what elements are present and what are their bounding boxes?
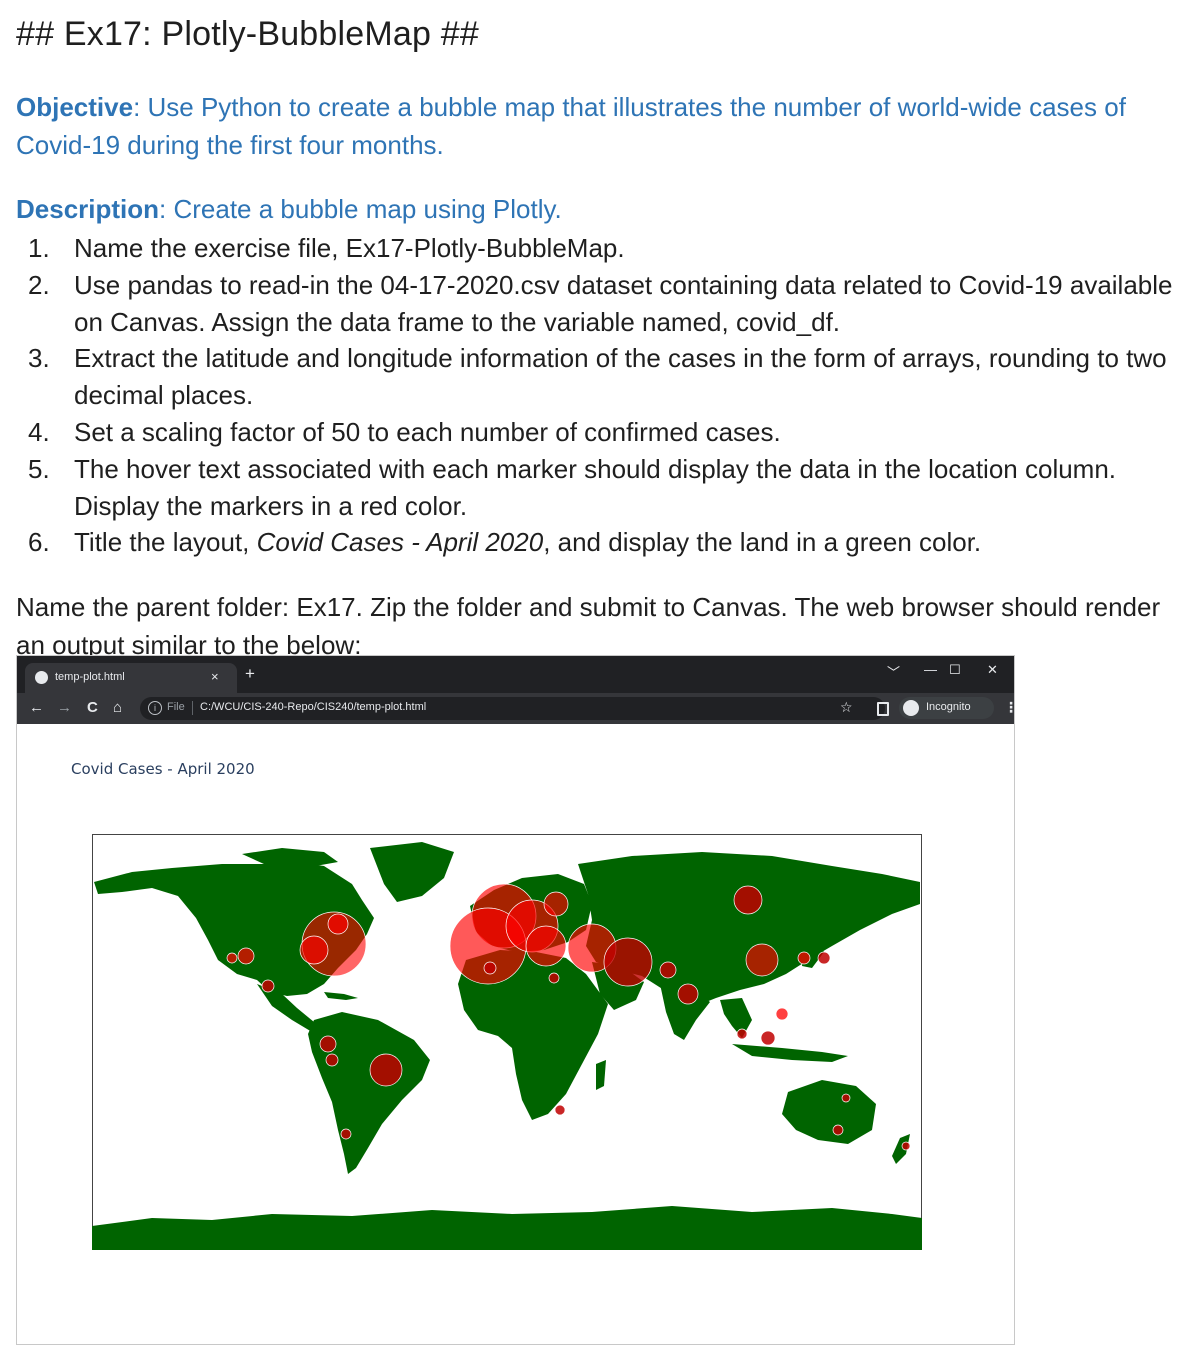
- chevron-down-icon[interactable]: ﹀: [887, 662, 900, 681]
- step-text: Name the exercise file, Ex17-Plotly-Bubb…: [74, 233, 625, 263]
- description-text: : Create a bubble map using Plotly.: [159, 194, 562, 224]
- bubble-philippines: [775, 1007, 789, 1021]
- bubble-california: [226, 952, 238, 964]
- url-text[interactable]: C:/WCU/CIS-240-Repo/CIS240/temp-plot.htm…: [200, 701, 426, 713]
- step-text: Set a scaling factor of 50 to each numbe…: [74, 416, 781, 447]
- new-tab-button[interactable]: +: [245, 665, 255, 682]
- list-item: 5. The hover text associated with each ma…: [16, 451, 1176, 525]
- incognito-badge[interactable]: Incognito: [899, 697, 994, 719]
- world-bubble-map[interactable]: [92, 834, 922, 1250]
- step-list: 1. Name the exercise file, Ex17-Plotly-Bu…: [16, 230, 1176, 561]
- bubble-europe-east: [525, 925, 567, 967]
- bubble-china: [745, 943, 779, 977]
- step-number: 2.: [28, 269, 50, 300]
- step-text-pre: Title the layout,: [74, 527, 257, 558]
- incognito-icon: [903, 700, 919, 716]
- step-text: Use pandas to read-in the 04-17-2020.csv…: [74, 269, 1173, 337]
- bubble-japan: [817, 951, 831, 965]
- bubble-iran: [603, 937, 653, 987]
- bubble-south-africa: [554, 1104, 566, 1116]
- step-text: The hover text associated with each mark…: [74, 453, 1117, 521]
- maximize-button[interactable]: ☐: [949, 662, 961, 678]
- bubble-russia: [733, 885, 763, 915]
- bubble-indonesia: [760, 1030, 776, 1046]
- bubble-pakistan: [659, 961, 677, 979]
- close-icon[interactable]: ×: [211, 669, 219, 684]
- extension-icon[interactable]: [877, 702, 889, 716]
- bubble-usa-west: [237, 947, 255, 965]
- plot-title: Covid Cases - April 2020: [71, 760, 255, 778]
- bubble-egypt: [548, 972, 560, 984]
- list-item: 1. Name the exercise file, Ex17-Plotly-Bu…: [16, 230, 1176, 267]
- menu-icon[interactable]: ⋮: [1004, 699, 1014, 716]
- description-label: Description: [16, 194, 160, 224]
- browser-screenshot: temp-plot.html × + ﹀ — ☐ ✕ ← → C ⌂ i Fil…: [16, 655, 1015, 1345]
- bubble-peru: [325, 1053, 339, 1067]
- bubble-india: [677, 983, 699, 1005]
- url-divider: [192, 701, 193, 715]
- bubble-new-zealand: [901, 1141, 911, 1151]
- tab-temp-plot[interactable]: temp-plot.html ×: [25, 663, 237, 693]
- forward-icon[interactable]: →: [57, 699, 72, 717]
- home-icon[interactable]: ⌂: [113, 699, 122, 717]
- file-scheme-label: File: [167, 701, 185, 713]
- minimize-button[interactable]: —: [924, 662, 937, 677]
- globe-icon: [35, 671, 48, 684]
- list-item: 2. Use pandas to read-in the 04-17-2020.c…: [16, 267, 1176, 341]
- bubble-mexico: [261, 979, 275, 993]
- window-close-button[interactable]: ✕: [987, 662, 998, 678]
- exercise-heading: ## Ex17: Plotly-BubbleMap ##: [16, 15, 479, 53]
- objective-label: Objective: [16, 92, 134, 122]
- bubble-korea: [797, 951, 811, 965]
- bubble-usa-central: [299, 935, 329, 965]
- bubble-malaysia: [736, 1028, 748, 1040]
- step-number: 1.: [28, 233, 50, 263]
- bubble-ecuador: [319, 1035, 337, 1053]
- back-icon[interactable]: ←: [29, 699, 44, 717]
- incognito-label: Incognito: [926, 701, 971, 713]
- objective-paragraph: Objective: Use Python to create a bubble…: [16, 88, 1176, 164]
- bubble-scandinavia: [543, 891, 569, 917]
- step-number: 5.: [28, 453, 50, 484]
- bubble-algeria: [483, 961, 497, 975]
- step-text-italic: Covid Cases - April 2020: [256, 527, 544, 558]
- bubble-australia-north: [841, 1093, 851, 1103]
- step-text-post: , and display the land in a green color.: [543, 527, 982, 558]
- tab-title: temp-plot.html: [55, 671, 125, 683]
- star-icon[interactable]: ☆: [840, 699, 853, 716]
- reload-icon[interactable]: C: [87, 699, 98, 717]
- bubble-chile: [340, 1128, 352, 1140]
- objective-text: : Use Python to create a bubble map that…: [16, 92, 1126, 160]
- bubble-brazil: [369, 1053, 403, 1087]
- bubble-canada: [327, 913, 349, 935]
- closing-paragraph: Name the parent folder: Ex17. Zip the fo…: [16, 592, 1161, 660]
- address-bar[interactable]: i File C:/WCU/CIS-240-Repo/CIS240/temp-p…: [140, 697, 885, 720]
- step-text: Extract the latitude and longitude infor…: [74, 343, 1167, 411]
- step-number: 4.: [28, 416, 50, 447]
- list-item: 6. Title the layout, Covid Cases - April …: [16, 524, 1176, 561]
- bubble-australia: [832, 1124, 844, 1136]
- browser-toolbar: ← → C ⌂ i File C:/WCU/CIS-240-Repo/CIS24…: [17, 693, 1014, 724]
- tab-bar: temp-plot.html × + ﹀ — ☐ ✕: [17, 656, 1014, 693]
- description-heading: Description: Create a bubble map using P…: [16, 191, 562, 227]
- step-number: 3.: [28, 343, 50, 374]
- list-item: 3. Extract the latitude and longitude inf…: [16, 340, 1176, 414]
- info-icon[interactable]: i: [148, 701, 162, 715]
- step-number: 6.: [28, 527, 50, 558]
- list-item: 4. Set a scaling factor of 50 to each num…: [16, 414, 1176, 451]
